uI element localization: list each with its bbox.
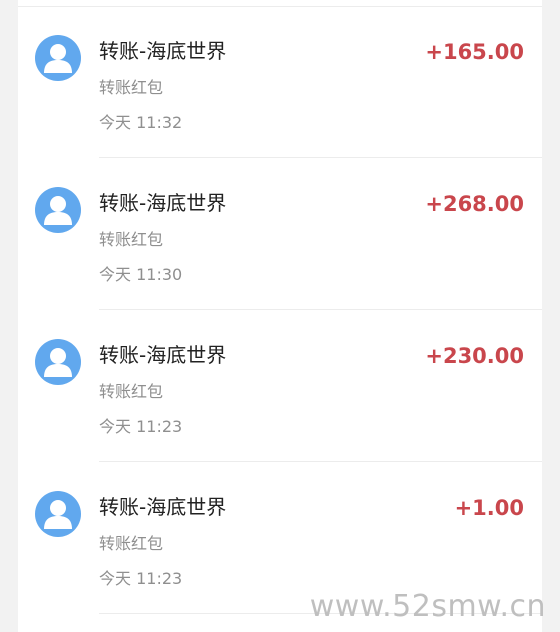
person-avatar-icon <box>35 339 81 385</box>
transaction-list-screen: 转账-海底世界 转账红包 今天 11:32 +165.00 转账-海底世界 转账… <box>0 0 560 632</box>
transaction-title: 转账-海底世界 <box>99 191 227 215</box>
transaction-amount: +165.00 <box>425 40 524 64</box>
transaction-time: 今天 11:23 <box>99 569 183 588</box>
transaction-amount: +268.00 <box>425 192 524 216</box>
transaction-amount: +1.00 <box>454 496 524 520</box>
transaction-type: 转账红包 <box>99 534 164 553</box>
transaction-type: 转账红包 <box>99 230 164 249</box>
transaction-row[interactable]: 转账-海底世界 转账红包 今天 11:30 +268.00 <box>18 158 542 310</box>
transaction-type: 转账红包 <box>99 78 164 97</box>
person-avatar-icon <box>35 35 81 81</box>
transaction-title: 转账-海底世界 <box>99 39 227 63</box>
watermark-text: www.52smw.cn <box>309 589 546 624</box>
person-avatar-icon <box>35 491 81 537</box>
transaction-time: 今天 11:23 <box>99 417 183 436</box>
transaction-title: 转账-海底世界 <box>99 343 227 367</box>
person-avatar-icon <box>35 187 81 233</box>
transaction-row[interactable]: 转账-海底世界 转账红包 今天 11:32 +165.00 <box>18 6 542 158</box>
transaction-time: 今天 11:32 <box>99 113 183 132</box>
transaction-time: 今天 11:30 <box>99 265 183 284</box>
transaction-amount: +230.00 <box>425 344 524 368</box>
transaction-list: 转账-海底世界 转账红包 今天 11:32 +165.00 转账-海底世界 转账… <box>18 0 542 632</box>
transaction-title: 转账-海底世界 <box>99 495 227 519</box>
transaction-row[interactable]: 转账-海底世界 转账红包 今天 11:23 +230.00 <box>18 310 542 462</box>
transaction-type: 转账红包 <box>99 382 164 401</box>
